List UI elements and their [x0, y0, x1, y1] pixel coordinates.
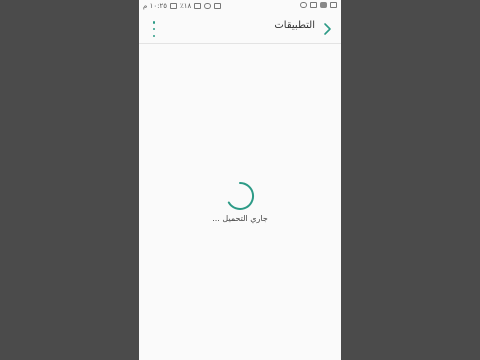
no-sim-icon: [214, 3, 222, 9]
more-vert-icon[interactable]: [149, 21, 159, 37]
app-bar: التطبيقات: [139, 13, 341, 44]
battery-percent: ٪١٨: [179, 2, 192, 10]
loading-spinner-icon: [227, 181, 255, 210]
wifi-icon: [204, 3, 212, 9]
chevron-right-icon[interactable]: [321, 21, 335, 37]
gallery-icon: [310, 2, 317, 8]
status-bar: ١٠:٢٥ م ٪١٨: [139, 0, 341, 13]
signal-icon: [194, 3, 202, 9]
notification-icon: [300, 2, 307, 8]
clock-text: ١٠:٢٥ م: [143, 2, 167, 10]
page-title: التطبيقات: [274, 20, 315, 31]
status-bar-left: ١٠:٢٥ م ٪١٨: [143, 2, 222, 10]
phone-screen: ١٠:٢٥ م ٪١٨ التطبيقات جاري التحميل ...: [139, 0, 341, 360]
battery-icon: [169, 3, 177, 9]
video-icon: [330, 2, 337, 8]
youtube-icon: [320, 2, 327, 8]
status-bar-right: [300, 2, 337, 8]
loading-text: جاري التحميل ...: [212, 214, 268, 223]
video-frame: ١٠:٢٥ م ٪١٨ التطبيقات جاري التحميل ...: [0, 0, 480, 360]
